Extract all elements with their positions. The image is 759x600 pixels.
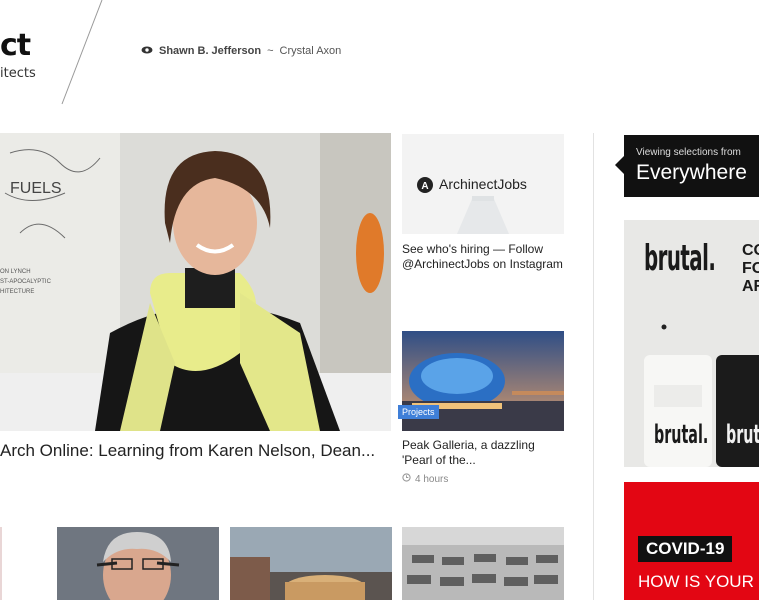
svg-text:ST-APOCALYPTIC: ST-APOCALYPTIC bbox=[0, 279, 52, 285]
bottom-thumb-portrait[interactable] bbox=[57, 527, 219, 600]
user-info[interactable]: Shawn B. Jefferson ~ Crystal Axon bbox=[141, 45, 341, 57]
bag-label-left: brutal. bbox=[654, 420, 709, 450]
brutal-ad[interactable]: brutal. CO FO AR brutal. brutal. bbox=[624, 220, 759, 467]
ad-text-line: FO bbox=[742, 260, 759, 277]
brutal-logo: brutal. bbox=[644, 238, 716, 279]
caption-line: 'Pearl of the... bbox=[402, 453, 476, 467]
category-badge[interactable]: Projects bbox=[398, 405, 439, 419]
caption-line: Peak Galleria, a dazzling bbox=[402, 438, 535, 452]
clock-icon bbox=[402, 473, 411, 485]
user-separator: ~ bbox=[267, 45, 274, 57]
header-slash-divider bbox=[61, 0, 103, 105]
timestamp: 4 hours bbox=[402, 473, 448, 485]
site-logo-subtitle: itects bbox=[0, 66, 36, 81]
user-org[interactable]: Crystal Axon bbox=[280, 45, 342, 57]
brutal-ad-letters: CO FO AR bbox=[742, 242, 759, 296]
covid-ad-subtitle: HOW IS YOUR bbox=[638, 572, 754, 591]
covid-ad[interactable]: COVID-19 HOW IS YOUR bbox=[624, 482, 759, 600]
hero-title-link[interactable]: Arch Online: Learning from Karen Nelson,… bbox=[0, 441, 392, 461]
tooltip-arrow bbox=[615, 156, 624, 174]
svg-text:FUELS: FUELS bbox=[10, 180, 62, 197]
svg-text:ON LYNCH: ON LYNCH bbox=[0, 269, 31, 275]
caption-line: @ArchinectJobs on Instagram bbox=[402, 257, 563, 271]
archinect-jobs-image[interactable]: A ArchinectJobs bbox=[402, 134, 564, 234]
svg-text:A: A bbox=[421, 181, 428, 192]
ad-text-line: CO bbox=[742, 242, 759, 259]
ad-text-line: AR bbox=[742, 278, 759, 295]
bottom-thumb-building[interactable] bbox=[230, 527, 392, 600]
timestamp-text: 4 hours bbox=[415, 473, 449, 485]
archinect-jobs-brand: ArchinectJobs bbox=[439, 176, 527, 192]
archinect-jobs-caption[interactable]: See who's hiring — Follow @ArchinectJobs… bbox=[402, 242, 572, 272]
bottom-thumb-hall[interactable] bbox=[402, 527, 564, 600]
bottom-thumb-edge[interactable] bbox=[0, 527, 2, 600]
caption-line: See who's hiring — Follow bbox=[402, 242, 544, 256]
location-filter-label: Viewing selections from bbox=[636, 147, 741, 158]
site-logo[interactable]: ct bbox=[0, 28, 31, 63]
bag-label-right: brutal. bbox=[726, 420, 759, 450]
covid-ad-title: COVID-19 bbox=[638, 536, 733, 562]
eye-icon bbox=[141, 45, 153, 57]
user-name[interactable]: Shawn B. Jefferson bbox=[159, 45, 261, 57]
peak-galleria-caption[interactable]: Peak Galleria, a dazzling 'Pearl of the.… bbox=[402, 438, 572, 468]
column-divider bbox=[593, 133, 594, 600]
location-filter-value[interactable]: Everywhere bbox=[636, 161, 747, 185]
svg-text:HITECTURE: HITECTURE bbox=[0, 289, 34, 295]
hero-image[interactable]: FUELS ON LYNCH ST-APOCALYPTIC HITECTURE bbox=[0, 133, 391, 431]
location-filter[interactable]: Viewing selections from Everywhere bbox=[615, 135, 759, 197]
